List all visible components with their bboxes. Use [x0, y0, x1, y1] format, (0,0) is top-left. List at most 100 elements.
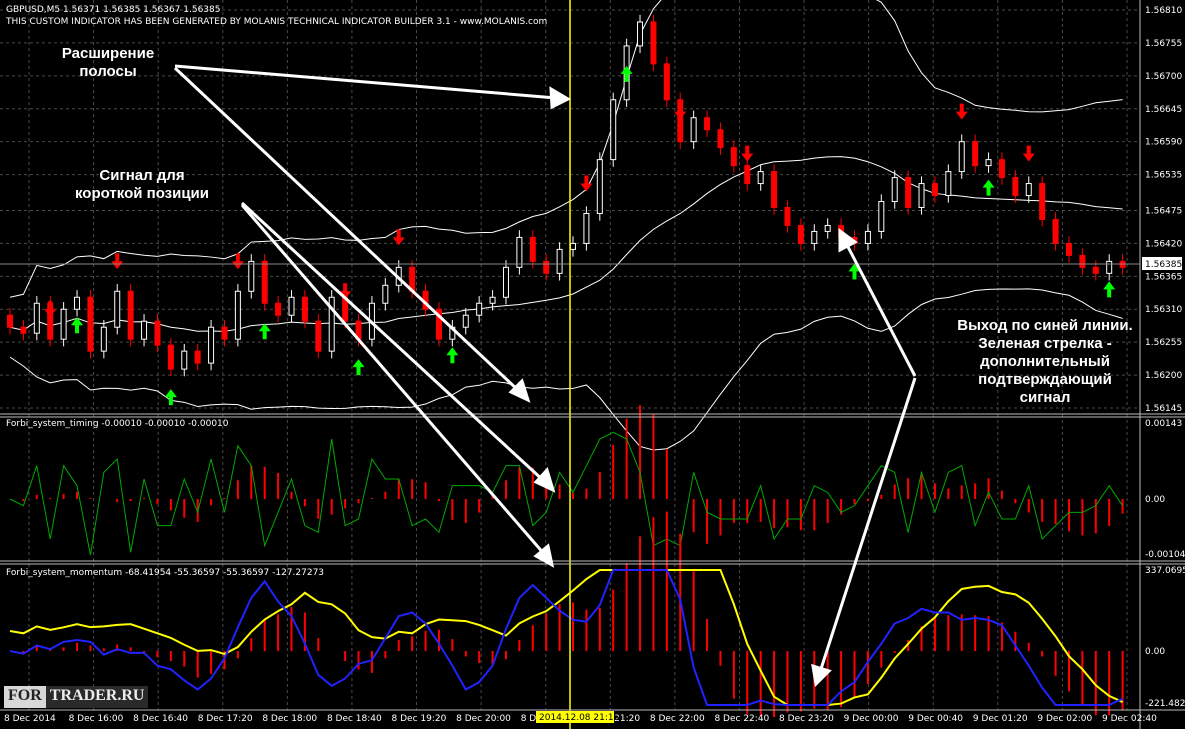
- momentum-tick-top: 337.0695: [1145, 566, 1185, 576]
- bear-candle: [717, 129, 724, 149]
- fortrader-logo: FOR TRADER.RU: [4, 686, 149, 708]
- momentum-tick-zero: 0.00: [1145, 647, 1165, 657]
- bear-candle: [972, 141, 979, 167]
- annotation-text: Сигнал для: [99, 167, 184, 184]
- price-tick-label: 1.56255: [1145, 338, 1182, 348]
- bear-candle: [771, 171, 778, 209]
- bull-candle: [60, 308, 67, 340]
- time-tick-label: 9 Dec 01:20: [973, 714, 1028, 724]
- price-tick-label: 1.56475: [1145, 206, 1182, 216]
- bull-candle: [382, 284, 389, 304]
- price-tick-label: 1.56755: [1145, 39, 1182, 49]
- price-tick-label: 1.56365: [1145, 272, 1182, 282]
- time-tick-label: 8 Dec 16:00: [69, 714, 124, 724]
- time-tick-label: 9 Dec 02:40: [1102, 714, 1157, 724]
- timing-tick-bottom: -0.00104: [1145, 550, 1185, 560]
- momentum-header: Forbi_system_momentum -68.41954 -55.3659…: [6, 568, 324, 578]
- bear-candle: [221, 326, 228, 340]
- bull-candle: [114, 290, 121, 328]
- time-tick-label: 8 Dec 16:40: [133, 714, 188, 724]
- bull-candle: [958, 141, 965, 173]
- bull-candle: [74, 296, 81, 310]
- timing-tick-top: 0.00143: [1145, 419, 1182, 429]
- annotation-text: Выход по синей линии.: [957, 317, 1132, 334]
- bull-candle: [489, 296, 496, 304]
- price-tick-label: 1.56645: [1145, 105, 1182, 115]
- bull-candle: [583, 212, 590, 244]
- bear-candle: [261, 260, 268, 304]
- chart-canvas[interactable]: GBPUSD,M5 1.56371 1.56385 1.56367 1.5638…: [0, 0, 1185, 729]
- bull-candle: [918, 183, 925, 209]
- bear-candle: [1079, 254, 1086, 268]
- time-tick-label: 8 Dec 22:40: [714, 714, 769, 724]
- bear-candle: [154, 320, 161, 346]
- bear-candle: [315, 320, 322, 352]
- time-tick-label: 8 Dec 20:00: [456, 714, 511, 724]
- bear-candle: [543, 260, 550, 274]
- bear-candle: [1052, 218, 1059, 244]
- time-tick-label: 9 Dec 02:00: [1037, 714, 1092, 724]
- bull-candle: [864, 230, 871, 244]
- bear-candle: [167, 344, 174, 370]
- bull-candle: [596, 159, 603, 214]
- main-header: GBPUSD,M5 1.56371 1.56385 1.56367 1.5638…: [6, 5, 220, 15]
- annotation-text: короткой позиции: [75, 185, 209, 202]
- bear-candle: [663, 63, 670, 101]
- bear-candle: [529, 236, 536, 262]
- bull-candle: [556, 248, 563, 274]
- bear-candle: [127, 290, 134, 340]
- price-tick-label: 1.56200: [1145, 371, 1182, 381]
- bull-candle: [985, 159, 992, 167]
- bull-candle: [1025, 183, 1032, 197]
- bear-candle: [1065, 242, 1072, 256]
- bull-candle: [234, 290, 241, 340]
- annotation-text: Зеленая стрелка -: [978, 335, 1111, 352]
- bull-candle: [33, 302, 40, 334]
- bear-candle: [704, 117, 711, 131]
- bear-candle: [7, 314, 13, 328]
- bull-candle: [476, 302, 483, 316]
- indicator-notice: THIS CUSTOM INDICATOR HAS BEEN GENERATED…: [5, 17, 547, 27]
- bear-candle: [1039, 183, 1046, 220]
- bear-candle: [730, 147, 737, 167]
- bull-candle: [570, 242, 576, 250]
- price-tick-label: 1.56145: [1145, 404, 1182, 414]
- time-tick-label: 8 Dec 2014: [4, 714, 56, 724]
- bull-candle: [945, 171, 952, 197]
- bear-candle: [1092, 266, 1099, 274]
- bull-candle: [757, 171, 764, 185]
- price-tick-label: 1.56810: [1145, 6, 1182, 16]
- bear-candle: [87, 296, 94, 352]
- bear-candle: [744, 165, 751, 185]
- timing-tick-zero: 0.00: [1145, 495, 1165, 505]
- time-tick-label: 8 Dec 19:20: [392, 714, 447, 724]
- bull-candle: [516, 236, 523, 268]
- bear-candle: [931, 183, 938, 197]
- logo-part-trader: TRADER.RU: [45, 686, 149, 708]
- bull-candle: [1106, 260, 1113, 274]
- logo-part-for: FOR: [4, 686, 46, 708]
- time-tick-label: 9 Dec 00:40: [908, 714, 963, 724]
- price-tick-label: 1.56420: [1145, 239, 1182, 249]
- bear-candle: [998, 159, 1005, 179]
- bull-candle: [891, 177, 898, 203]
- annotation-text: полосы: [79, 63, 136, 80]
- time-tick-label: 8 Dec 17:20: [198, 714, 253, 724]
- bull-candle: [878, 201, 885, 232]
- time-tick-label: 9 Dec 00:00: [844, 714, 899, 724]
- bull-candle: [248, 260, 255, 292]
- price-tick-label: 1.56535: [1145, 171, 1182, 181]
- bear-candle: [20, 326, 27, 334]
- price-tick-label: 1.56590: [1145, 138, 1182, 148]
- momentum-tick-bottom: -221.4824: [1145, 699, 1185, 709]
- bull-candle: [288, 296, 295, 316]
- bear-candle: [275, 302, 282, 316]
- bull-candle: [690, 117, 697, 143]
- bear-candle: [194, 350, 201, 364]
- time-tick-label: 8 Dec 18:00: [262, 714, 317, 724]
- price-tick-label: 1.56310: [1145, 305, 1182, 315]
- bear-candle: [797, 224, 804, 244]
- bull-candle: [141, 320, 148, 340]
- bear-candle: [650, 21, 657, 65]
- bear-candle: [784, 207, 791, 226]
